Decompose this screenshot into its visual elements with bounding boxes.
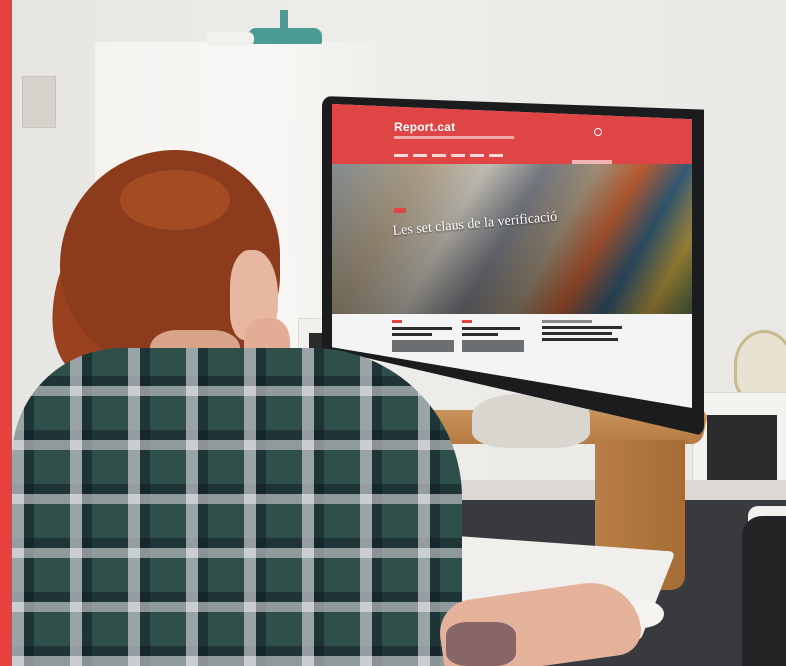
nav-link bbox=[394, 154, 408, 157]
card-title-line bbox=[462, 333, 498, 336]
site-tagline bbox=[394, 136, 514, 139]
red-accent-bar bbox=[0, 0, 12, 666]
teal-lamp bbox=[248, 28, 322, 44]
nav-link bbox=[489, 154, 503, 157]
nav-link bbox=[432, 154, 446, 157]
shelf-jar bbox=[206, 32, 254, 46]
card-title-line bbox=[392, 327, 452, 330]
card-title-line bbox=[542, 320, 592, 323]
hero-title: Les set claus de la verificació bbox=[392, 209, 558, 239]
lamp-stem bbox=[280, 10, 288, 30]
hero-banner: Les set claus de la verificació bbox=[332, 164, 692, 314]
arm-tattoo bbox=[446, 622, 516, 666]
card-image bbox=[462, 340, 524, 352]
site-logo: Report.cat bbox=[394, 120, 456, 134]
search-icon bbox=[594, 128, 602, 136]
card-title-line bbox=[462, 327, 520, 330]
card-title-line bbox=[542, 338, 618, 341]
alarm-clock bbox=[734, 330, 786, 400]
site-nav bbox=[394, 154, 503, 157]
nav-link bbox=[451, 154, 465, 157]
article-card bbox=[392, 320, 454, 352]
card-title-line bbox=[542, 326, 622, 329]
card-image bbox=[392, 340, 454, 352]
camera bbox=[742, 516, 786, 666]
card-title-line bbox=[392, 333, 432, 336]
card-tag bbox=[462, 320, 472, 323]
card-title-line bbox=[542, 332, 612, 335]
nav-link bbox=[470, 154, 484, 157]
card-tag bbox=[392, 320, 402, 323]
wall-switch bbox=[22, 76, 56, 128]
hero-tag bbox=[394, 208, 406, 213]
photo-scene: Report.cat Les set claus de la verificac… bbox=[0, 0, 786, 666]
hair-highlight bbox=[120, 170, 230, 230]
article-card bbox=[462, 320, 524, 352]
nav-link bbox=[413, 154, 427, 157]
article-card bbox=[542, 320, 632, 344]
plaid-shirt bbox=[12, 348, 462, 666]
